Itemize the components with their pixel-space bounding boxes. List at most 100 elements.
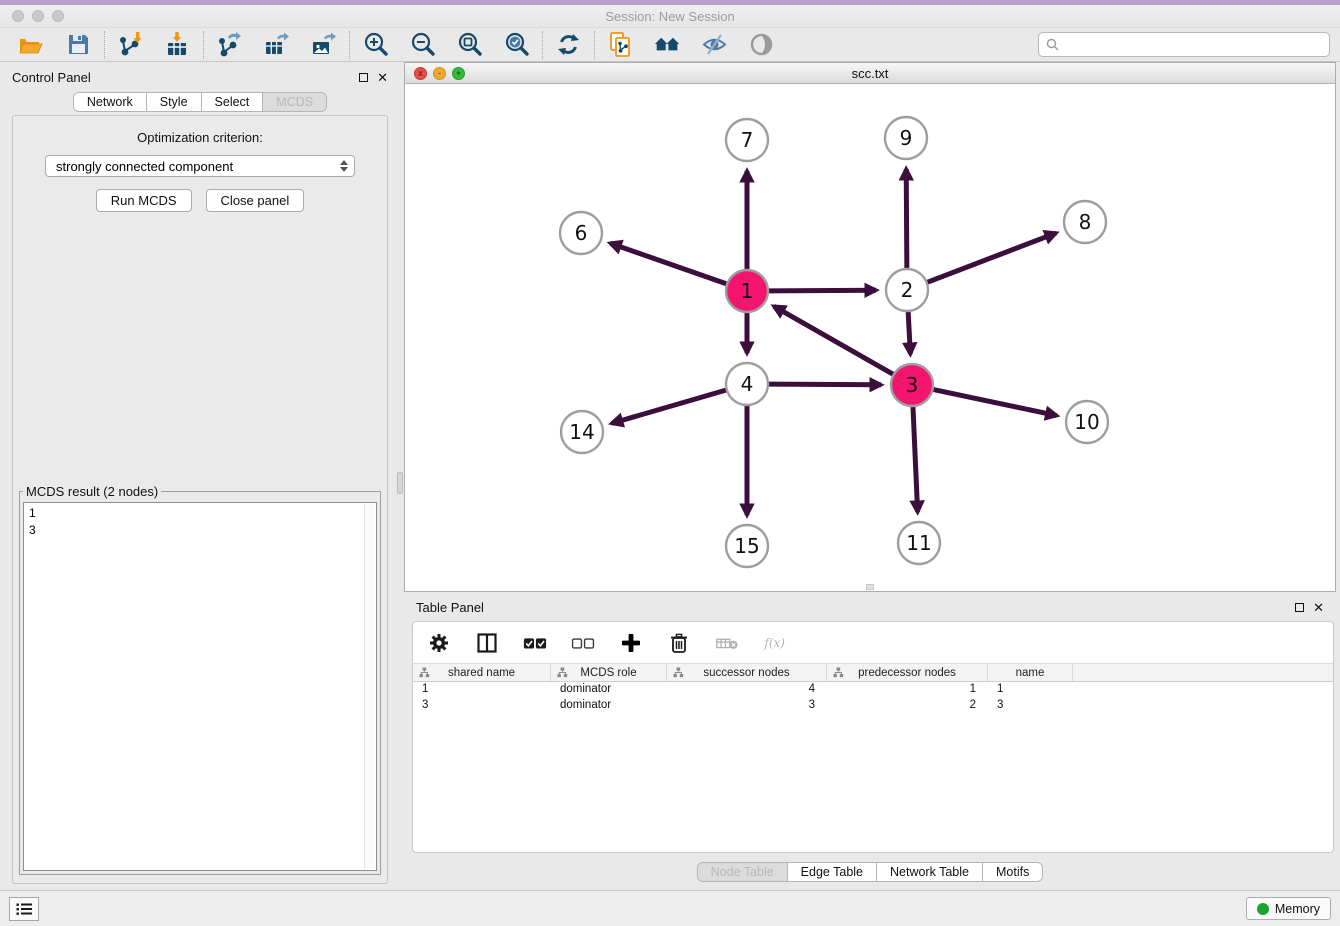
control-panel-tabs: NetworkStyleSelectMCDS bbox=[73, 92, 327, 112]
hide-selected-icon[interactable] bbox=[701, 31, 728, 58]
tab-style[interactable]: Style bbox=[147, 93, 202, 111]
export-table-icon[interactable] bbox=[263, 31, 290, 58]
mcds-result-text[interactable]: 1 3 bbox=[23, 502, 377, 871]
svg-text:6: 6 bbox=[575, 221, 588, 245]
graph-node-15[interactable]: 15 bbox=[726, 525, 768, 567]
cell-shared-name[interactable]: 3 bbox=[413, 698, 551, 714]
zoom-in-icon[interactable] bbox=[362, 31, 389, 58]
attribute-tree-icon bbox=[419, 667, 430, 678]
network-frame-titlebar: x - + scc.txt bbox=[405, 63, 1335, 84]
window-title: Session: New Session bbox=[0, 9, 1340, 24]
zoom-out-icon[interactable] bbox=[409, 31, 436, 58]
table-header-row: shared nameMCDS rolesuccessor nodesprede… bbox=[413, 663, 1333, 682]
cell-predecessor-nodes[interactable]: 1 bbox=[827, 682, 988, 698]
graph-node-10[interactable]: 10 bbox=[1066, 401, 1108, 443]
float-table-panel-icon[interactable] bbox=[1295, 603, 1304, 612]
task-history-button[interactable] bbox=[9, 897, 39, 921]
memory-button[interactable]: Memory bbox=[1246, 897, 1331, 920]
close-panel-button[interactable]: Close panel bbox=[206, 189, 305, 212]
table-row[interactable]: 3dominator323 bbox=[413, 698, 1333, 714]
control-panel: Control Panel ✕ NetworkStyleSelectMCDS O… bbox=[4, 62, 396, 890]
save-session-icon[interactable] bbox=[65, 31, 92, 58]
settings-gear-icon[interactable] bbox=[427, 631, 451, 655]
import-table-icon[interactable] bbox=[164, 31, 191, 58]
splitter-handle[interactable] bbox=[397, 472, 403, 494]
result-scrollbar[interactable] bbox=[364, 504, 375, 869]
table-tabs: Node TableEdge TableNetwork TableMotifs bbox=[697, 862, 1044, 882]
column-header-name[interactable]: name bbox=[988, 664, 1073, 681]
graph-node-11[interactable]: 11 bbox=[898, 522, 940, 564]
column-layout-icon[interactable] bbox=[475, 631, 499, 655]
table-row[interactable]: 1dominator411 bbox=[413, 682, 1333, 698]
add-column-icon[interactable] bbox=[619, 631, 643, 655]
cell-MCDS-role[interactable]: dominator bbox=[551, 682, 667, 698]
table-tab-node-table[interactable]: Node Table bbox=[698, 863, 788, 881]
float-panel-icon[interactable] bbox=[359, 73, 368, 82]
network-canvas[interactable]: 7 9 6 8 1 2 4 3 14 10 15 11 bbox=[405, 84, 1335, 591]
mcds-result-title: MCDS result (2 nodes) bbox=[23, 484, 161, 499]
graph-node-14[interactable]: 14 bbox=[561, 411, 603, 453]
svg-text:2: 2 bbox=[901, 278, 914, 302]
cell-successor-nodes[interactable]: 4 bbox=[667, 682, 827, 698]
svg-text:1: 1 bbox=[741, 279, 754, 303]
export-image-icon[interactable] bbox=[310, 31, 337, 58]
horizontal-splitter-handle[interactable] bbox=[866, 584, 874, 590]
first-neighbors-icon[interactable] bbox=[654, 31, 681, 58]
cell-name[interactable]: 1 bbox=[988, 682, 1073, 698]
graph-node-9[interactable]: 9 bbox=[885, 117, 927, 159]
cell-MCDS-role[interactable]: dominator bbox=[551, 698, 667, 714]
column-header-shared-name[interactable]: shared name bbox=[413, 664, 551, 681]
cell-shared-name[interactable]: 1 bbox=[413, 682, 551, 698]
delete-column-icon[interactable] bbox=[667, 631, 691, 655]
table-tab-edge-table[interactable]: Edge Table bbox=[788, 863, 877, 881]
network-frame-title: scc.txt bbox=[405, 66, 1335, 81]
graph-node-3[interactable]: 3 bbox=[891, 364, 933, 406]
zoom-fit-icon[interactable] bbox=[456, 31, 483, 58]
graph-node-4[interactable]: 4 bbox=[726, 363, 768, 405]
show-all-icon[interactable] bbox=[748, 31, 775, 58]
clone-network-icon[interactable] bbox=[607, 31, 634, 58]
import-network-icon[interactable] bbox=[117, 31, 144, 58]
refresh-icon[interactable] bbox=[555, 31, 582, 58]
svg-text:4: 4 bbox=[741, 372, 754, 396]
zoom-selected-icon[interactable] bbox=[503, 31, 530, 58]
column-header-predecessor-nodes[interactable]: predecessor nodes bbox=[827, 664, 988, 681]
edge-4-14 bbox=[612, 390, 726, 423]
deselect-all-icon[interactable] bbox=[571, 631, 595, 655]
tab-select[interactable]: Select bbox=[202, 93, 264, 111]
tab-network[interactable]: Network bbox=[74, 93, 147, 111]
mcds-panel: Optimization criterion: strongly connect… bbox=[12, 115, 388, 884]
cell-predecessor-nodes[interactable]: 2 bbox=[827, 698, 988, 714]
export-network-icon[interactable] bbox=[216, 31, 243, 58]
open-file-icon[interactable] bbox=[18, 31, 45, 58]
search-input[interactable] bbox=[1064, 38, 1322, 52]
edge-2-9 bbox=[906, 169, 907, 268]
edge-3-10 bbox=[934, 390, 1057, 416]
close-table-panel-icon[interactable]: ✕ bbox=[1313, 601, 1324, 614]
optimization-criterion-label: Optimization criterion: bbox=[13, 130, 387, 145]
search-icon bbox=[1046, 38, 1059, 51]
vertical-splitter[interactable] bbox=[396, 62, 404, 890]
graph-node-8[interactable]: 8 bbox=[1064, 201, 1106, 243]
edge-3-1 bbox=[774, 306, 893, 374]
graph-node-7[interactable]: 7 bbox=[726, 119, 768, 161]
app-window: Session: New Session bbox=[0, 0, 1340, 926]
column-header-successor-nodes[interactable]: successor nodes bbox=[667, 664, 827, 681]
memory-label: Memory bbox=[1275, 902, 1320, 916]
table-tab-network-table[interactable]: Network Table bbox=[877, 863, 983, 881]
list-icon bbox=[16, 902, 33, 916]
graph-node-2[interactable]: 2 bbox=[886, 269, 928, 311]
control-panel-title: Control Panel bbox=[12, 70, 91, 85]
cell-name[interactable]: 3 bbox=[988, 698, 1073, 714]
close-panel-icon[interactable]: ✕ bbox=[377, 71, 388, 84]
criterion-select[interactable]: strongly connected component bbox=[45, 155, 355, 177]
column-header-MCDS-role[interactable]: MCDS role bbox=[551, 664, 667, 681]
titlebar: Session: New Session bbox=[0, 5, 1340, 28]
graph-node-6[interactable]: 6 bbox=[560, 212, 602, 254]
graph-node-1[interactable]: 1 bbox=[726, 270, 768, 312]
select-all-icon[interactable] bbox=[523, 631, 547, 655]
table-tab-motifs[interactable]: Motifs bbox=[983, 863, 1042, 881]
cell-successor-nodes[interactable]: 3 bbox=[667, 698, 827, 714]
run-mcds-button[interactable]: Run MCDS bbox=[96, 189, 192, 212]
tab-mcds[interactable]: MCDS bbox=[263, 93, 326, 111]
